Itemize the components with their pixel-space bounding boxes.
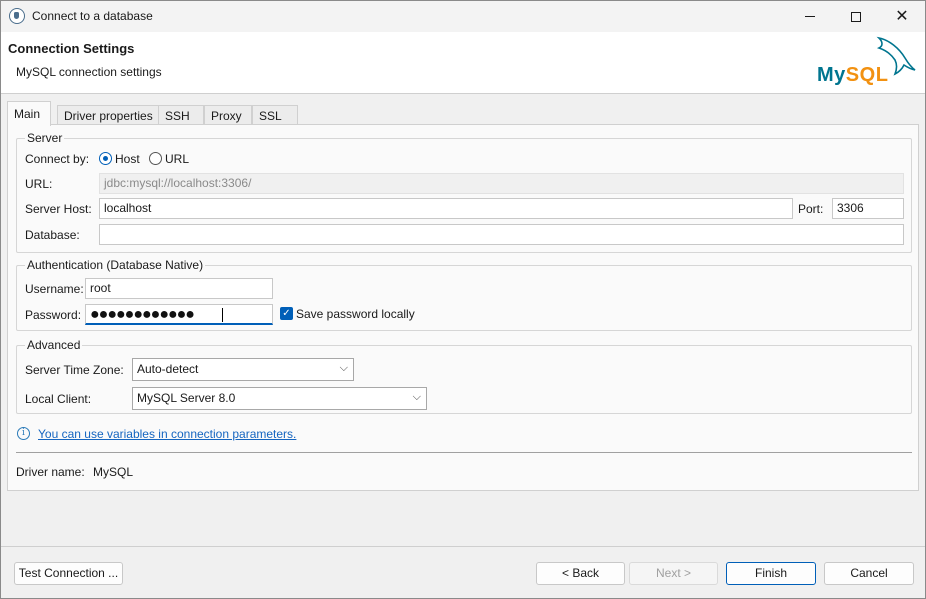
variables-help-link[interactable]: You can use variables in connection para… (38, 427, 296, 441)
checkmark-icon: ✓ (282, 308, 291, 319)
password-label: Password: (25, 308, 82, 322)
password-input[interactable]: ●●●●●●●●●●●● (85, 304, 273, 325)
server-group-label: Server (25, 131, 65, 145)
driver-name-label: Driver name: (16, 465, 85, 479)
minimize-button[interactable] (787, 1, 833, 32)
advanced-group-label: Advanced (25, 338, 83, 352)
tab-ssh[interactable]: SSH (158, 105, 204, 125)
server-host-label: Server Host: (25, 202, 92, 216)
chevron-down-icon: ⌵ (339, 362, 348, 374)
cancel-button[interactable]: Cancel (824, 562, 914, 585)
back-button[interactable]: < Back (536, 562, 625, 585)
finish-button[interactable]: Finish (726, 562, 816, 585)
main-tab-panel: Server Connect by: Host URL URL: jdbc:my… (7, 124, 919, 491)
save-password-label[interactable]: Save password locally (296, 307, 415, 321)
driver-name-value: MySQL (93, 465, 134, 479)
local-client-label: Local Client: (25, 392, 92, 406)
tab-main[interactable]: Main (7, 101, 51, 126)
port-label: Port: (798, 202, 824, 216)
server-time-zone-label: Server Time Zone: (25, 363, 124, 377)
tab-ssl[interactable]: SSL (252, 105, 298, 125)
local-client-value: MySQL Server 8.0 (137, 391, 236, 405)
server-host-input[interactable]: localhost (99, 198, 793, 219)
server-time-zone-select[interactable]: Auto-detect ⌵ (132, 358, 354, 381)
advanced-group: Advanced Server Time Zone: Auto-detect ⌵… (16, 338, 912, 414)
url-field[interactable]: jdbc:mysql://localhost:3306/ (99, 173, 904, 194)
authentication-group-label: Authentication (Database Native) (25, 258, 206, 272)
password-mask: ●●●●●●●●●●●● (90, 306, 195, 323)
connect-by-url-radio[interactable] (149, 152, 162, 165)
port-input[interactable]: 3306 (832, 198, 904, 219)
close-window-button[interactable]: ✕ (879, 1, 925, 32)
local-client-select[interactable]: MySQL Server 8.0 ⌵ (132, 387, 427, 410)
tab-driver-properties[interactable]: Driver properties (57, 105, 159, 125)
close-icon: ✕ (895, 7, 909, 25)
database-input[interactable] (99, 224, 904, 245)
server-time-zone-value: Auto-detect (137, 362, 199, 376)
mysql-logo: MySQL (817, 36, 917, 91)
header-banner: Connection Settings MySQL connection set… (1, 32, 925, 94)
connect-by-url-label[interactable]: URL (165, 152, 189, 166)
info-icon: i (17, 427, 30, 440)
title-bar: Connect to a database ✕ (1, 1, 925, 32)
url-label: URL: (25, 177, 53, 191)
test-connection-button[interactable]: Test Connection ... (14, 562, 123, 585)
server-group: Server Connect by: Host URL URL: jdbc:my… (16, 131, 912, 253)
database-label: Database: (25, 228, 80, 242)
chevron-down-icon: ⌵ (412, 391, 421, 403)
maximize-button[interactable] (833, 1, 879, 32)
mysql-logo-text: MySQL (817, 64, 889, 86)
connect-by-host-label[interactable]: Host (115, 152, 140, 166)
connect-by-label: Connect by: (25, 152, 90, 166)
username-label: Username: (25, 282, 84, 296)
footer-divider (1, 546, 925, 547)
tab-proxy[interactable]: Proxy (204, 105, 252, 125)
username-input[interactable]: root (85, 278, 273, 299)
connect-by-host-radio[interactable] (99, 152, 112, 165)
minimize-icon (805, 16, 815, 17)
text-caret (222, 308, 223, 322)
save-password-checkbox[interactable]: ✓ (280, 307, 293, 320)
divider (16, 452, 912, 453)
dbeaver-app-icon (9, 8, 25, 24)
authentication-group: Authentication (Database Native) Usernam… (16, 258, 912, 331)
window-title: Connect to a database (32, 9, 153, 23)
header-title: Connection Settings (8, 41, 135, 56)
maximize-icon (851, 11, 861, 22)
next-button[interactable]: Next > (629, 562, 718, 585)
dialog-window: Connect to a database ✕ Connection Setti… (0, 0, 926, 599)
header-subtitle: MySQL connection settings (16, 65, 162, 79)
